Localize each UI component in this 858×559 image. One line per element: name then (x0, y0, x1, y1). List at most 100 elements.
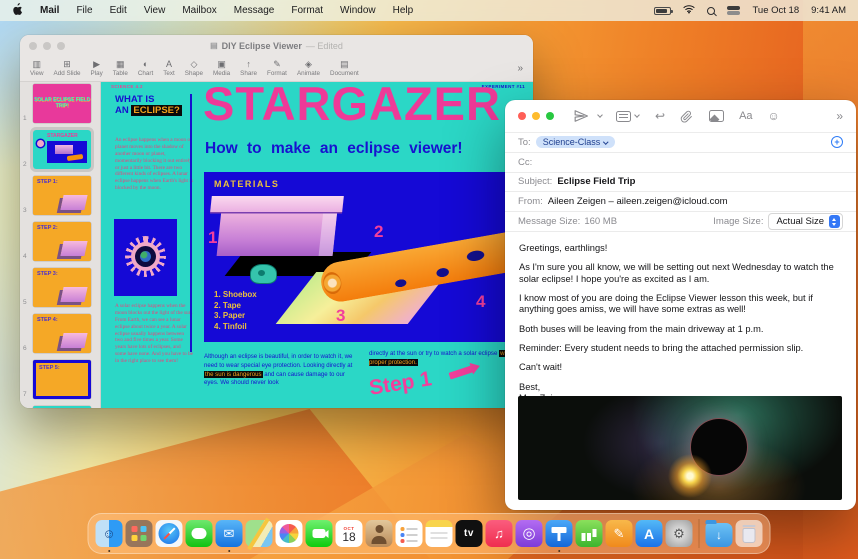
slide-canvas[interactable]: SCIENCE 4.2 EXPERIMENT #11 WHAT IS AN EC… (100, 82, 533, 408)
close-button[interactable] (518, 112, 526, 120)
header-fields-icon[interactable] (616, 110, 631, 122)
image-size-select[interactable]: Actual Size (768, 213, 843, 231)
reply-indent-icon[interactable]: ↩ (655, 109, 665, 123)
dock-settings-icon[interactable]: ⚙ (665, 520, 693, 547)
dock-numbers-icon[interactable] (575, 520, 603, 547)
slide-thumbnail-3[interactable]: STEP 1: (33, 176, 91, 215)
slide-thumbnail-2[interactable]: STARGAZER (30, 127, 94, 172)
dock-reminders-icon[interactable] (395, 520, 423, 547)
to-label: To: (518, 136, 531, 148)
menu-item-message[interactable]: Message (234, 5, 275, 16)
header-fields-chevron-icon[interactable] (634, 112, 640, 118)
dock-keynote-icon[interactable] (545, 520, 573, 552)
dock-music-icon[interactable]: ♫ (485, 520, 513, 547)
toolbar-document-button[interactable]: ▤ Document (330, 59, 359, 77)
spotlight-search-icon[interactable] (707, 6, 716, 15)
cc-field-row[interactable]: Cc: (505, 153, 856, 173)
menu-bar-time[interactable]: 9:41 AM (811, 5, 846, 16)
subject-value[interactable]: Eclipse Field Trip (557, 176, 635, 187)
eclipse-photo-attachment[interactable] (518, 396, 842, 500)
toolbar-overflow-button[interactable]: » (517, 63, 523, 74)
toolbar-play-button[interactable]: ▶ Play (91, 59, 103, 77)
send-options-chevron-icon[interactable] (597, 112, 603, 118)
dock-pages-icon[interactable]: ✎ (605, 520, 633, 547)
dock-facetime-icon[interactable] (305, 520, 333, 547)
menu-item-file[interactable]: File (76, 5, 92, 16)
appletv-label: tv (464, 528, 474, 539)
toolbar-text-button[interactable]: A Text (163, 59, 175, 77)
menu-item-mailbox[interactable]: Mailbox (182, 5, 216, 16)
toolbar-chart-button[interactable]: ◐ Chart (138, 59, 153, 77)
menu-bar-date[interactable]: Tue Oct 18 (752, 5, 799, 16)
menu-item-view[interactable]: View (144, 5, 166, 16)
menu-item-format[interactable]: Format (291, 5, 323, 16)
message-body-editor[interactable]: Greetings, earthlings! As I'm sure you a… (505, 232, 856, 404)
menu-item-mail[interactable]: Mail (40, 5, 59, 16)
format-text-button[interactable]: Aa (739, 110, 752, 122)
slide-row: 3 STEP 1: (20, 176, 100, 215)
minimize-button[interactable] (532, 112, 540, 120)
dock-appstore-icon[interactable]: A (635, 520, 663, 547)
dock-photos-icon[interactable] (275, 520, 303, 547)
apple-menu-icon[interactable] (12, 2, 23, 19)
recipient-token[interactable]: Science-Class (535, 136, 615, 149)
dock-downloads-icon[interactable]: ↓ (705, 520, 733, 547)
slide-thumbnail-5[interactable]: STEP 3: (33, 268, 91, 307)
dock-appletv-icon[interactable]: tv (455, 520, 483, 547)
toolbar-animate-button[interactable]: ◈ Animate (297, 59, 320, 77)
toolbar-add-slide-button[interactable]: ⊞ Add Slide (54, 59, 81, 77)
toolbar-table-button[interactable]: ▦ Table (113, 59, 128, 77)
thumb-label: STEP 1: (37, 179, 58, 185)
attach-file-icon[interactable] (680, 110, 693, 123)
slide-thumbnail-1[interactable]: SOLAR ECLIPSE FIELD TRIP! (33, 84, 91, 123)
battery-icon[interactable] (654, 6, 674, 15)
dock-notes-icon[interactable] (425, 520, 453, 547)
keynote-titlebar[interactable]: ▤ DIY Eclipse Viewer — Edited (20, 35, 533, 56)
toolbar-format-button[interactable]: ✎ Format (267, 59, 287, 77)
add-recipient-button[interactable]: + (831, 136, 843, 149)
close-button[interactable] (29, 41, 37, 50)
minimize-button[interactable] (43, 41, 51, 50)
mail-titlebar[interactable]: ↩ Aa ☺ » (505, 100, 856, 133)
menu-item-edit[interactable]: Edit (110, 5, 127, 16)
zoom-button[interactable] (57, 41, 65, 50)
dock-launchpad-icon[interactable] (125, 520, 153, 547)
menu-item-help[interactable]: Help (393, 5, 414, 16)
insert-photo-icon[interactable] (709, 110, 725, 122)
toolbar-view-button[interactable]: ▥ View (30, 59, 44, 77)
dock-messages-icon[interactable] (185, 520, 213, 547)
from-field-row[interactable]: From: Aileen Zeigen – aileen.zeigen@iclo… (505, 192, 856, 213)
slide-thumbnail-4[interactable]: STEP 2: (33, 222, 91, 261)
emoji-picker-icon[interactable]: ☺ (768, 110, 780, 122)
keynote-traffic-lights (29, 41, 65, 50)
slide-row-selected: 2 STARGAZER (20, 127, 100, 172)
slide-thumbnail-6[interactable]: STEP 4: (33, 314, 91, 353)
keynote-content: 1 SOLAR ECLIPSE FIELD TRIP! 2 STARGAZER … (20, 82, 533, 408)
subject-label: Subject: (518, 176, 553, 188)
document-icon: ▤ (210, 41, 218, 50)
wifi-icon[interactable] (683, 4, 696, 17)
toolbar-more-button[interactable]: » (836, 109, 843, 123)
dock-trash-icon[interactable] (735, 520, 763, 547)
dock-contacts-icon[interactable] (365, 520, 393, 547)
toolbar-share-button[interactable]: ↑ Share (240, 59, 257, 77)
from-value[interactable]: Aileen Zeigen – aileen.zeigen@icloud.com (548, 196, 728, 207)
send-button[interactable] (574, 109, 588, 123)
subject-field-row[interactable]: Subject: Eclipse Field Trip (505, 173, 856, 193)
dock-finder-icon[interactable]: ☺ (95, 520, 123, 552)
body-paragraph: Can't wait! (519, 362, 563, 373)
toolbar-shape-button[interactable]: ◇ Shape (185, 59, 203, 77)
dock-safari-icon[interactable] (155, 520, 183, 547)
toolbar-media-button[interactable]: ▣ Media (213, 59, 230, 77)
dock-calendar-icon[interactable]: OCT 18 (335, 520, 363, 547)
control-center-icon[interactable] (727, 6, 741, 15)
slide-thumbnail-7[interactable]: STEP 5: (33, 360, 91, 399)
menu-item-window[interactable]: Window (340, 5, 376, 16)
menu-bar-status: Tue Oct 18 9:41 AM (654, 4, 846, 17)
dock-maps-icon[interactable] (245, 520, 273, 547)
running-indicator (107, 549, 111, 552)
dock-podcasts-icon[interactable]: ◎ (515, 520, 543, 547)
dock-mail-icon[interactable]: ✉ (215, 520, 243, 552)
zoom-button[interactable] (546, 112, 554, 120)
slide-thumbnail-8[interactable]: DID YOU KNOW (33, 406, 91, 408)
